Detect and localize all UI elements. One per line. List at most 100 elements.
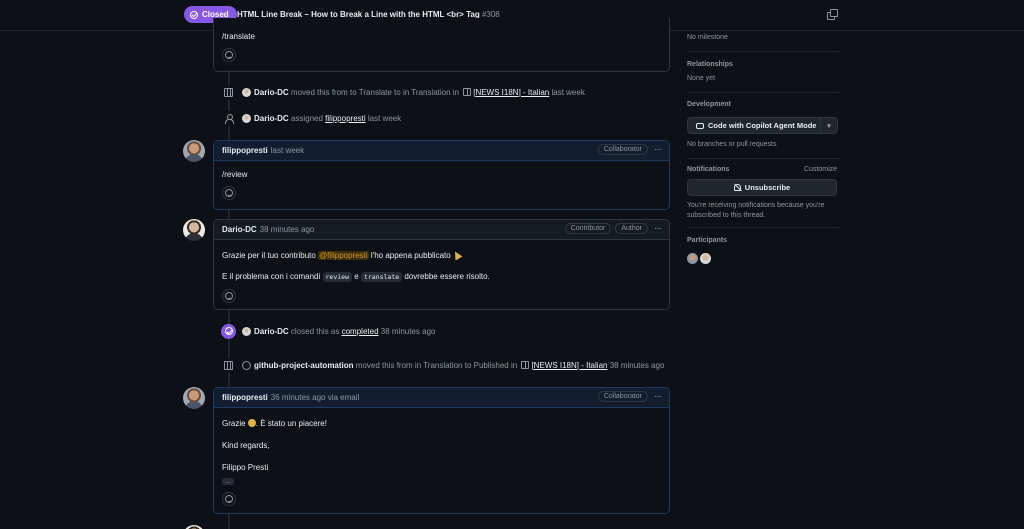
event-actor[interactable]: github-project-automation bbox=[254, 361, 354, 370]
add-reaction-button[interactable] bbox=[222, 289, 236, 303]
relationships-title[interactable]: Relationships bbox=[687, 61, 837, 68]
text: dovrebbe essere risolto. bbox=[404, 272, 490, 281]
copy-icon[interactable] bbox=[827, 9, 838, 20]
kebab-icon[interactable]: ··· bbox=[652, 223, 663, 234]
event-time[interactable]: last week bbox=[551, 88, 584, 97]
kebab-icon[interactable]: ··· bbox=[652, 391, 663, 402]
text: e bbox=[354, 272, 359, 281]
timeline-event-closed: Dario-DC closed this as completed 38 min… bbox=[221, 323, 435, 339]
text: l'ho appena pubblicato bbox=[370, 251, 451, 260]
sidebar-divider bbox=[687, 227, 839, 228]
event-icon bbox=[221, 110, 236, 126]
event-text: closed this as bbox=[290, 326, 340, 336]
comment-author[interactable]: filippopresti bbox=[222, 146, 268, 155]
comment-email: filippopresti 36 minutes ago via email C… bbox=[213, 387, 670, 514]
notifications-note: You're receiving notifications because y… bbox=[687, 202, 825, 219]
avatar[interactable] bbox=[183, 525, 205, 529]
smiley-icon bbox=[225, 51, 233, 59]
comment-time[interactable]: 38 minutes ago bbox=[260, 225, 315, 234]
text: Grazie per il tuo contributo bbox=[222, 251, 316, 260]
chevron-down-icon[interactable]: ▾ bbox=[821, 122, 837, 130]
project-table-icon bbox=[463, 87, 472, 96]
add-reaction-button[interactable] bbox=[222, 492, 236, 506]
comment-author[interactable]: filippopresti bbox=[222, 393, 268, 402]
unsubscribe-button[interactable]: Unsubscribe bbox=[687, 179, 837, 196]
participants-title: Participants bbox=[687, 237, 728, 244]
project-table-icon bbox=[521, 360, 530, 369]
inline-code: translate bbox=[360, 272, 403, 282]
copilot-icon bbox=[696, 122, 704, 129]
comment-time[interactable]: last week bbox=[271, 146, 304, 155]
comment-translate: /translate bbox=[213, 18, 670, 72]
comment-body-line: Grazie . È stato un piacere! bbox=[222, 418, 661, 429]
avatar[interactable] bbox=[242, 87, 251, 97]
project-table-icon bbox=[224, 360, 233, 370]
participant-avatar[interactable] bbox=[700, 253, 711, 264]
project-link[interactable]: [NEWS I18N] - Italian bbox=[531, 361, 607, 370]
person-icon bbox=[224, 113, 234, 124]
comment-body-line: Kind regards, bbox=[222, 441, 270, 450]
event-time[interactable]: 38 minutes ago bbox=[610, 361, 665, 370]
avatar[interactable] bbox=[242, 326, 251, 336]
sidebar-divider bbox=[687, 158, 839, 159]
comment-body-text: /translate bbox=[222, 32, 255, 41]
unsubscribe-label: Unsubscribe bbox=[744, 183, 791, 192]
project-link[interactable]: [NEWS I18N] - Italian bbox=[473, 88, 549, 97]
smiley-icon bbox=[225, 495, 233, 503]
add-reaction-button[interactable] bbox=[222, 186, 236, 200]
comment-body-text: /review bbox=[222, 170, 248, 179]
copilot-agent-button[interactable]: Code with Copilot Agent Mode ▾ bbox=[687, 117, 838, 134]
smiley-icon bbox=[225, 189, 233, 197]
completed-link[interactable]: completed bbox=[342, 327, 379, 336]
show-quoted-text-button[interactable]: ... bbox=[222, 478, 234, 485]
comment-author[interactable]: Dario-DC bbox=[222, 225, 257, 234]
add-reaction-button[interactable] bbox=[222, 48, 236, 62]
participant-avatar[interactable] bbox=[687, 253, 698, 264]
comment-header: Dario-DC 38 minutes ago Contributor Auth… bbox=[214, 220, 669, 240]
role-badge: Collaborator bbox=[597, 391, 648, 402]
text: E il problema con i comandi bbox=[222, 272, 321, 281]
development-title[interactable]: Development bbox=[687, 101, 837, 108]
sidebar-divider bbox=[687, 92, 839, 93]
relationships-value: None yet bbox=[687, 75, 716, 82]
role-badge: Collaborator bbox=[597, 144, 648, 155]
avatar[interactable] bbox=[242, 113, 251, 123]
comment-body-line: Filippo Presti bbox=[222, 463, 269, 472]
copilot-button-label: Code with Copilot Agent Mode bbox=[708, 121, 817, 130]
check-circle-icon bbox=[190, 10, 198, 19]
avatar[interactable] bbox=[183, 219, 205, 241]
comment-header: filippopresti last week Collaborator ··· bbox=[214, 141, 669, 161]
kebab-icon[interactable]: ··· bbox=[652, 144, 663, 155]
author-badge: Author bbox=[615, 223, 648, 234]
event-actor[interactable]: Dario-DC bbox=[254, 114, 289, 123]
check-circle-icon bbox=[224, 327, 233, 335]
event-time[interactable]: 38 minutes ago bbox=[381, 327, 436, 336]
event-text: moved this from in Translation to Publis… bbox=[355, 360, 518, 370]
comment-time[interactable]: 36 minutes ago via email bbox=[271, 393, 360, 402]
text: . È stato un piacere! bbox=[255, 419, 327, 428]
event-icon bbox=[221, 323, 236, 339]
smiley-icon bbox=[225, 292, 233, 300]
timeline-event-moved-automation: github-project-automation moved this fro… bbox=[221, 357, 664, 373]
event-actor[interactable]: Dario-DC bbox=[254, 327, 289, 336]
assignee-link[interactable]: filippopresti bbox=[325, 114, 365, 123]
comment-review: filippopresti last week Collaborator ···… bbox=[213, 140, 670, 210]
event-time[interactable]: last week bbox=[368, 114, 401, 123]
project-table-icon bbox=[224, 87, 233, 97]
comment-dario: Dario-DC 38 minutes ago Contributor Auth… bbox=[213, 219, 670, 310]
party-emoji-icon bbox=[451, 249, 463, 261]
event-text: moved this from to Translate to in Trans… bbox=[290, 87, 459, 97]
event-actor[interactable]: Dario-DC bbox=[254, 88, 289, 97]
comment-header: filippopresti 36 minutes ago via email C… bbox=[214, 388, 669, 408]
role-badge: Contributor bbox=[564, 223, 612, 234]
inline-code: review bbox=[322, 272, 352, 282]
event-text: assigned bbox=[290, 113, 323, 123]
github-icon[interactable] bbox=[242, 360, 251, 370]
avatar[interactable] bbox=[183, 140, 205, 162]
user-mention[interactable]: @filippopresti bbox=[318, 251, 369, 260]
event-icon bbox=[221, 84, 236, 100]
avatar[interactable] bbox=[183, 387, 205, 409]
comment-body-line: Grazie per il tuo contributo @filippopre… bbox=[222, 249, 661, 261]
smile-emoji-icon bbox=[247, 419, 256, 427]
customize-link[interactable]: Customize bbox=[804, 166, 838, 173]
